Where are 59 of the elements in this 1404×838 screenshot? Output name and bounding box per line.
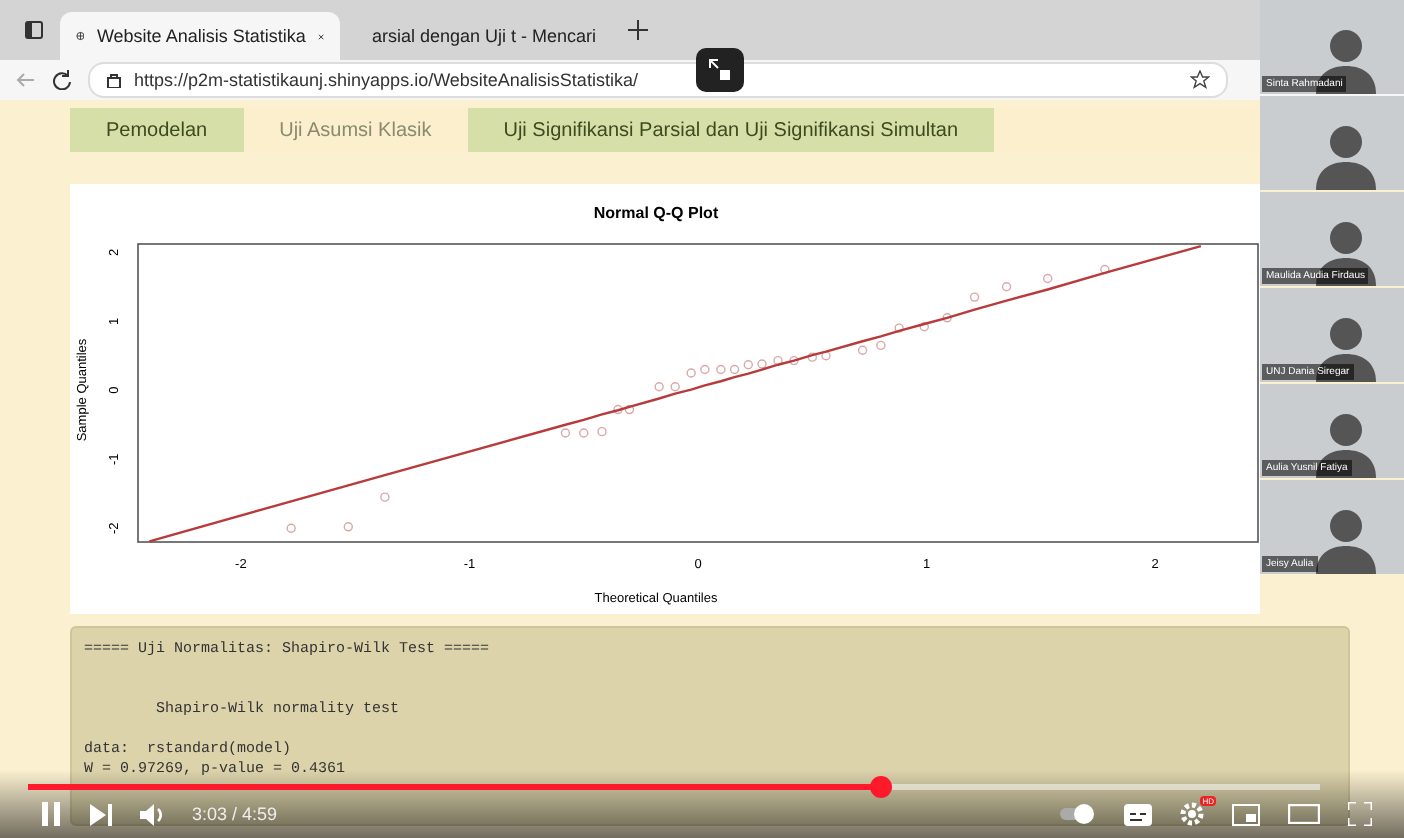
- data-point: [579, 428, 589, 438]
- star-icon[interactable]: [1190, 70, 1210, 90]
- address-bar[interactable]: https://p2m-statistikaunj.shinyapps.io/WebsiteAnalisisStatistika/: [88, 62, 1228, 98]
- data-point: [1043, 273, 1053, 284]
- pause-icon[interactable]: [40, 802, 62, 826]
- data-point: [343, 522, 353, 532]
- data-point: [757, 359, 767, 369]
- data-point: [821, 351, 831, 361]
- data-point: [894, 323, 904, 333]
- data-point: [773, 355, 783, 366]
- chart-title: Normal Q-Q Plot: [593, 204, 719, 222]
- tab-title: arsial dengan Uji t - Mencari: [372, 26, 597, 46]
- close-icon[interactable]: [317, 29, 324, 43]
- person-silhouette-icon: [1316, 122, 1376, 190]
- reload-icon[interactable]: [52, 70, 72, 90]
- person-silhouette-icon: [1316, 410, 1376, 478]
- data-point: [876, 340, 886, 351]
- browser-tab[interactable]: arsial dengan Uji t - Mencari: [344, 12, 624, 60]
- data-point: [729, 364, 740, 375]
- person-silhouette-icon: [1316, 506, 1376, 574]
- tab-title: Website Analisis Statistika: [96, 26, 306, 46]
- data-point: [789, 355, 799, 366]
- app-tab[interactable]: Pemodelan: [70, 108, 244, 152]
- url-text: https://p2m-statistikaunj.shinyapps.io/WebsiteAnalisisStatistika/: [134, 70, 640, 90]
- next-icon[interactable]: [90, 803, 112, 825]
- data-point: [919, 322, 929, 332]
- data-point: [654, 382, 664, 392]
- autoplay-toggle-icon[interactable]: [1060, 804, 1096, 824]
- person-silhouette-icon: [1316, 314, 1376, 382]
- minimize-button[interactable]: [696, 48, 744, 92]
- resize-icon: [708, 58, 732, 82]
- globe-icon: [76, 26, 85, 46]
- captions-icon[interactable]: [1124, 803, 1152, 825]
- data-point: [286, 523, 296, 533]
- browser-tab[interactable]: Website Analisis Statistika: [60, 12, 340, 60]
- sidebar-icon[interactable]: [24, 20, 44, 40]
- data-point: [857, 345, 868, 355]
- data-point: [700, 364, 710, 375]
- data-point: [597, 426, 607, 437]
- time-display: 3:03 / 4:59: [192, 804, 280, 824]
- plus-icon[interactable]: [628, 20, 648, 40]
- data-point: [380, 492, 390, 502]
- data-point: [942, 313, 952, 323]
- settings-icon[interactable]: [1180, 802, 1204, 826]
- data-point: [1100, 264, 1110, 275]
- data-point: [670, 382, 680, 392]
- data-point: [807, 352, 817, 362]
- data-point: [686, 368, 696, 378]
- data-point: [560, 428, 571, 438]
- theater-mode-icon[interactable]: [1288, 804, 1320, 824]
- volume-icon[interactable]: [140, 803, 164, 825]
- lock-icon: [106, 72, 122, 88]
- data-point: [1001, 282, 1012, 292]
- miniplayer-icon[interactable]: [1232, 803, 1260, 825]
- data-point: [716, 364, 726, 375]
- data-point: [969, 292, 980, 302]
- fullscreen-icon[interactable]: [1348, 802, 1372, 826]
- data-point: [743, 360, 753, 370]
- app-tab[interactable]: Uji Signifikansi Parsial dan Uji Signifikansi Simultan: [467, 108, 995, 152]
